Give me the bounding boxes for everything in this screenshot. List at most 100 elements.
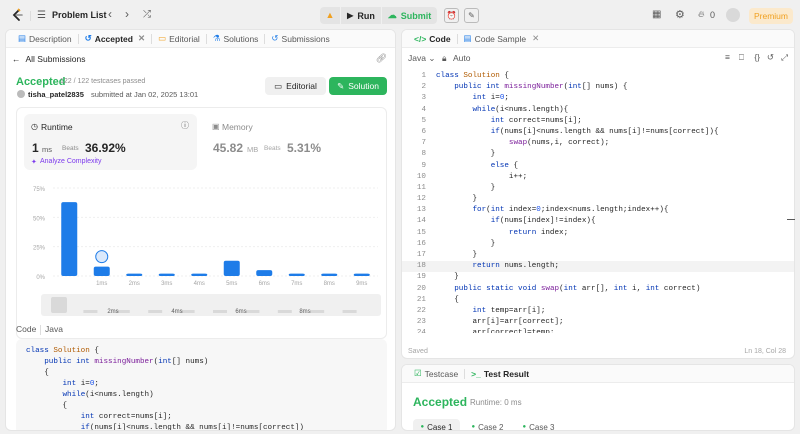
case-tab-1[interactable]: ● Case 1 [413,419,460,430]
code-line[interactable]: 2 public int missingNumber(int[] nums) { [402,82,794,93]
next-problem-icon[interactable]: › [125,7,129,21]
braces-icon[interactable]: {} [754,52,760,62]
bar[interactable] [353,273,370,276]
code-editor[interactable]: 1 class Solution {2 public int missingNum… [402,71,794,333]
bar[interactable] [288,273,305,276]
close-icon[interactable]: ✕ [532,33,539,44]
bar[interactable] [158,273,175,276]
avatar[interactable] [726,8,740,22]
tab-testcase[interactable]: ☑ Testcase [408,365,464,383]
code-line[interactable]: 14 if(nums[index]!=index){ [402,216,794,227]
code-line[interactable]: 3 int i=0; [402,93,794,104]
auto-label[interactable]: Auto [453,53,471,63]
link-icon[interactable]: 🔗︎ [376,53,387,64]
code-line[interactable]: 17 } [402,250,794,261]
code-line[interactable]: 1 class Solution { [402,71,794,82]
code-line[interactable]: 20 public static void swap(int arr[], in… [402,284,794,295]
code-line[interactable]: 19 } [402,272,794,283]
bookmark-icon[interactable]: ⎕ [739,52,744,63]
alarm-icon[interactable]: ⏰ [444,8,459,23]
code-preview-line: public int missingNumber(int[] nums) [44,358,209,366]
leetcode-logo[interactable] [10,8,24,22]
tab-description[interactable]: ▤ Description [12,30,78,48]
close-icon[interactable]: ✕ [138,33,145,44]
layout-icon[interactable]: ▦ [652,9,661,20]
code-line[interactable]: 6 if(nums[i]<nums.length && nums[i]!=num… [402,127,794,138]
editorial-button[interactable]: ▭ Editorial [265,77,326,95]
case-tab-2[interactable]: ● Case 2 [464,419,511,431]
code-line[interactable]: 10 i++; [402,172,794,183]
code-line[interactable]: 18 return nums.length; [402,261,794,273]
premium-button[interactable]: Premium [749,8,793,24]
run-button[interactable]: ▶ Run [341,7,381,24]
expand-icon[interactable]: ⤢ [781,52,788,63]
debug-button[interactable]: ▲ [320,7,340,24]
code-line[interactable]: 5 int correct=nums[i]; [402,116,794,127]
code-text: } [436,273,459,282]
streak-icon[interactable]: 🔥︎ [698,9,705,20]
info-icon[interactable]: ⓘ [181,120,189,131]
code-preview[interactable]: class Solution { public int missingNumbe… [16,339,387,430]
line-number: 21 [416,295,426,304]
bar[interactable] [321,273,338,276]
runtime-distribution-chart[interactable]: 75% 50% 25% 0% 1ms 2ms 3ms 4ms 5ms 6ms 7ms 8ms 9ms 2m… [17,180,386,335]
code-line[interactable]: 24 arr[correct]=temp; [402,328,794,333]
bar[interactable] [61,202,78,276]
username[interactable]: tisha_patel2835 [28,90,84,99]
code-line[interactable]: 21 { [402,295,794,306]
tab-editorial[interactable]: ▭ Editorial [152,30,206,48]
problem-list-link[interactable]: Problem List [52,10,107,20]
all-submissions-link[interactable]: ← All Submissions [12,54,86,64]
code-line[interactable]: 4 while(i<nums.length){ [402,105,794,116]
bar[interactable] [256,270,273,276]
tab-submissions[interactable]: ↺ Submissions [265,30,335,48]
analyze-complexity-link[interactable]: Analyze Complexity [40,158,101,165]
code-line[interactable]: 7 swap(nums,i, correct); [402,138,794,149]
result-tabs: ☑ Testcase >_ Test Result [402,365,794,383]
overview-bar [213,310,227,313]
edit-icon: ✎ [337,80,345,91]
bar[interactable] [126,273,143,276]
code-text: for(int index=0;index<nums.length;index+… [472,206,669,215]
tab-test-result[interactable]: >_ Test Result [465,365,535,383]
reset-icon[interactable]: ↺ [767,52,774,63]
code-line[interactable]: 16 } [402,239,794,250]
panel-resize-handle[interactable] [787,219,795,220]
case-tab-3[interactable]: ● Case 3 [515,419,562,431]
line-number: 16 [416,239,426,248]
language-select[interactable]: Java ⌄ [408,53,435,64]
line-number: 9 [421,161,426,170]
code-line[interactable]: 23 arr[i]=arr[correct]; [402,317,794,328]
tab-code-sample[interactable]: ▤ Code Sample ✕ [458,30,546,48]
submit-button[interactable]: ☁ Submit [382,7,437,24]
runtime-card[interactable]: ◷ Runtime ⓘ 1 ms Beats 36.92% ✦ Analyze … [24,114,197,170]
bar[interactable] [223,260,240,276]
runtime-value: 1 [32,141,39,155]
tab-solutions[interactable]: ⚗ Solutions [207,30,265,48]
keyword: class [26,347,54,355]
code-line[interactable]: 12 } [402,194,794,205]
bar[interactable] [191,273,208,276]
gear-icon[interactable]: ⚙ [675,8,685,21]
memory-card[interactable]: ▣ Memory 45.82 MB Beats 5.31% [205,114,375,170]
overview-bar [245,310,260,313]
tab-accepted[interactable]: ↺ Accepted ✕ [79,30,152,48]
format-icon[interactable]: ≡ [725,52,730,62]
code-text: } [436,239,496,248]
code-preview-line: while(i<nums.length) [62,391,154,399]
code-line[interactable]: 22 int temp=arr[i]; [402,306,794,317]
type: int [158,358,172,366]
solution-button[interactable]: ✎ Solution [329,77,387,95]
note-icon[interactable]: ✎ [464,8,479,23]
cursor-position: Ln 18, Col 28 [744,348,786,355]
code-line[interactable]: 11 } [402,183,794,194]
tab-code[interactable]: </> Code [408,30,457,48]
bar[interactable] [93,266,110,276]
prev-problem-icon[interactable]: ‹ [108,7,112,21]
shuffle-icon[interactable]: ⤮ [143,9,151,20]
code-line[interactable]: 13 for(int index=0;index<nums.length;ind… [402,205,794,216]
code-line[interactable]: 8 } [402,149,794,160]
list-icon[interactable]: ☰ [37,10,46,21]
code-line[interactable]: 15 return index; [402,228,794,239]
code-line[interactable]: 9 else { [402,161,794,172]
